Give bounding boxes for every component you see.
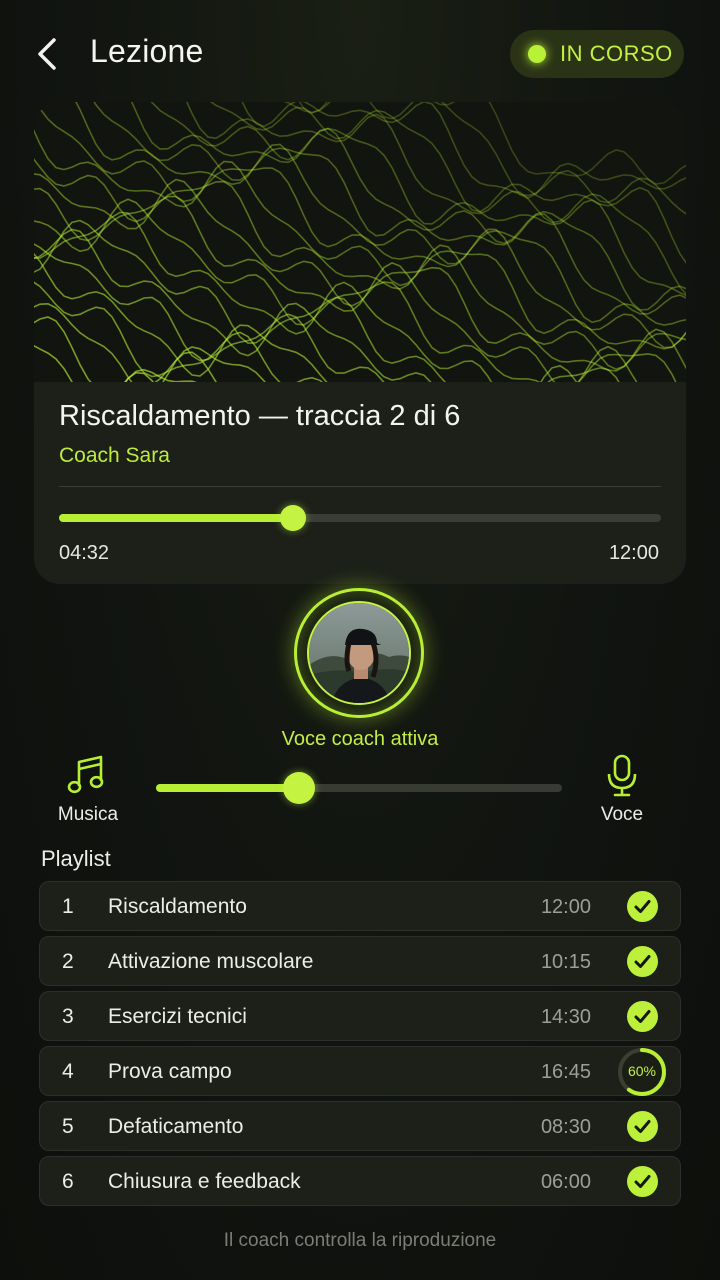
check-circle-icon [627,891,658,922]
progress-thumb[interactable] [279,505,306,531]
track-duration: 12:00 [540,896,591,918]
track-number: 3 [62,1005,74,1028]
page-title: Lezione [90,33,204,69]
check-circle-icon [627,1001,658,1032]
progress-fill [59,514,293,522]
track-duration: 06:00 [540,1171,591,1193]
playlist-row[interactable]: 5 Defaticamento 08:30 [39,1101,681,1151]
coach-avatar[interactable] [294,588,424,718]
chevron-left-icon [38,38,56,70]
playlist: 1 Riscaldamento 12:00 2 Attivazione muscolar… [39,881,681,1211]
status-badge: IN CORSO [510,30,684,78]
playlist-row[interactable]: 4 Prova campo 16:45 60% [39,1046,681,1096]
music-voice-mix-slider[interactable] [156,772,562,804]
divider [59,486,661,487]
playlist-row[interactable]: 6 Chiusura e feedback 06:00 [39,1156,681,1206]
playlist-row[interactable]: 2 Attivazione muscolare 10:15 [39,936,681,986]
time-total: 12:00 [608,542,659,564]
track-duration: 16:45 [540,1061,591,1083]
time-elapsed: 04:32 [59,542,110,564]
header: Lezione IN CORSO [0,0,720,108]
music-note-icon [67,755,104,794]
music-label: Musica [57,804,119,825]
check-circle-icon [627,946,658,977]
playlist-row[interactable]: 1 Riscaldamento 12:00 [39,881,681,931]
mix-fill [156,784,299,792]
track-name: Attivazione muscolare [108,950,314,973]
check-circle-icon [627,1111,658,1142]
track-name: Chiusura e feedback [108,1170,301,1193]
voice-label: Voce [600,804,644,825]
track-number: 2 [62,950,74,973]
player-card: Riscaldamento — traccia 2 di 6 Coach Sar… [34,102,686,584]
coach-voice-label: Voce coach attiva [281,728,439,750]
back-button[interactable] [30,34,66,74]
track-duration: 10:15 [540,951,591,973]
track-name: Defaticamento [108,1115,244,1138]
track-number: 4 [62,1060,74,1083]
track-duration: 14:30 [540,1006,591,1028]
footer-note: Il coach controlla la riproduzione [223,1230,497,1251]
coach-name: Coach Sara [59,444,170,467]
track-duration: 08:30 [540,1116,591,1138]
progress-bar[interactable] [59,505,661,531]
avatar [307,601,411,705]
playlist-row[interactable]: 3 Esercizi tecnici 14:30 [39,991,681,1041]
check-circle-icon [627,1166,658,1197]
track-number: 1 [62,895,74,918]
progress-ring-label: 60% [627,1063,657,1079]
track-number: 6 [62,1170,74,1193]
progress-ring: 60% [616,1046,668,1098]
track-number: 5 [62,1115,74,1138]
track-name: Prova campo [108,1060,232,1083]
track-title: Riscaldamento — traccia 2 di 6 [59,400,461,432]
cover-artwork [34,102,686,382]
status-text: IN CORSO [560,41,673,66]
track-name: Esercizi tecnici [108,1005,247,1028]
mix-thumb[interactable] [282,772,315,804]
microphone-icon [607,754,637,797]
track-name: Riscaldamento [108,895,247,918]
status-dot-icon [528,45,546,63]
playlist-heading: Playlist [41,846,111,871]
